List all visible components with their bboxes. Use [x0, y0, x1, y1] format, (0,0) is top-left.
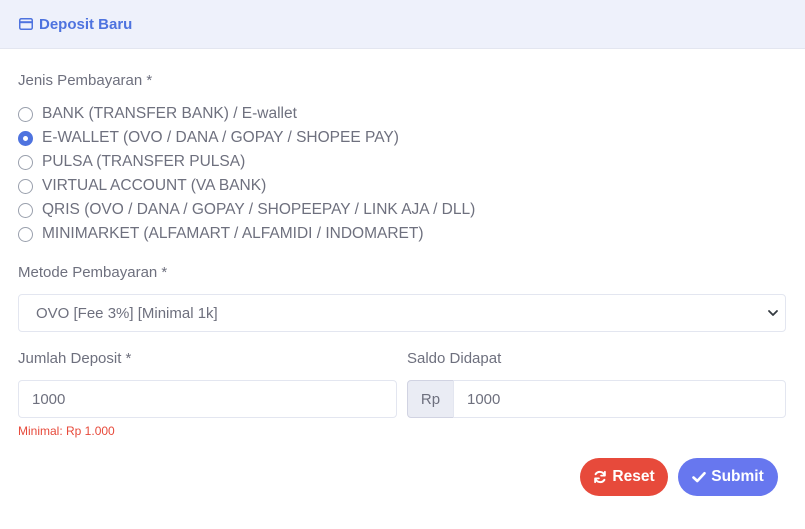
- sync-icon: [594, 470, 607, 484]
- submit-button[interactable]: Submit: [678, 458, 778, 496]
- radio-button[interactable]: [18, 202, 33, 218]
- payment-method-selected: OVO [Fee 3%] [Minimal 1k]: [36, 304, 218, 322]
- balance-received-input[interactable]: 1000: [453, 380, 786, 418]
- radio-label: QRIS (OVO / DANA / GOPAY / SHOPEEPAY / L…: [42, 201, 476, 218]
- submit-button-label: Submit: [711, 468, 764, 485]
- radio-button[interactable]: [18, 154, 33, 170]
- radio-button[interactable]: [18, 226, 33, 242]
- check-icon: [692, 471, 707, 483]
- radio-option-pulsa[interactable]: PULSA (TRANSFER PULSA): [18, 152, 245, 172]
- payment-method-label: Metode Pembayaran *: [18, 264, 168, 281]
- radio-option-bank[interactable]: BANK (TRANSFER BANK) / E-wallet: [18, 104, 297, 124]
- card-header: Deposit Baru: [0, 0, 805, 49]
- deposit-amount-value: 1000: [32, 390, 66, 408]
- radio-option-virtual-account[interactable]: VIRTUAL ACCOUNT (VA BANK): [18, 176, 266, 196]
- payment-method-select[interactable]: OVO [Fee 3%] [Minimal 1k]: [18, 294, 786, 332]
- chevron-down-icon: [768, 310, 778, 316]
- radio-button[interactable]: [18, 178, 33, 194]
- credit-card-icon: [19, 18, 33, 30]
- radio-option-ewallet[interactable]: E-WALLET (OVO / DANA / GOPAY / SHOPEE PA…: [18, 128, 399, 148]
- radio-button-checked[interactable]: [18, 130, 33, 146]
- radio-label: E-WALLET (OVO / DANA / GOPAY / SHOPEE PA…: [42, 129, 399, 146]
- currency-prefix: Rp: [407, 380, 454, 418]
- radio-label: VIRTUAL ACCOUNT (VA BANK): [42, 177, 267, 194]
- radio-button[interactable]: [18, 106, 33, 122]
- deposit-amount-label: Jumlah Deposit *: [18, 350, 132, 367]
- radio-label: BANK (TRANSFER BANK) / E-wallet: [42, 105, 297, 122]
- balance-received-label: Saldo Didapat: [407, 350, 502, 367]
- page-title: Deposit Baru: [39, 15, 133, 33]
- radio-label: MINIMARKET (ALFAMART / ALFAMIDI / INDOMA…: [42, 225, 424, 242]
- balance-received-value: 1000: [467, 390, 501, 408]
- radio-label: PULSA (TRANSFER PULSA): [42, 153, 246, 170]
- reset-button[interactable]: Reset: [580, 458, 668, 496]
- deposit-amount-input[interactable]: 1000: [18, 380, 397, 418]
- reset-button-label: Reset: [612, 468, 655, 485]
- radio-option-qris[interactable]: QRIS (OVO / DANA / GOPAY / SHOPEEPAY / L…: [18, 200, 475, 220]
- radio-option-minimarket[interactable]: MINIMARKET (ALFAMART / ALFAMIDI / INDOMA…: [18, 224, 424, 244]
- minimum-deposit-hint: Minimal: Rp 1.000: [18, 424, 115, 438]
- payment-type-label: Jenis Pembayaran *: [18, 72, 153, 89]
